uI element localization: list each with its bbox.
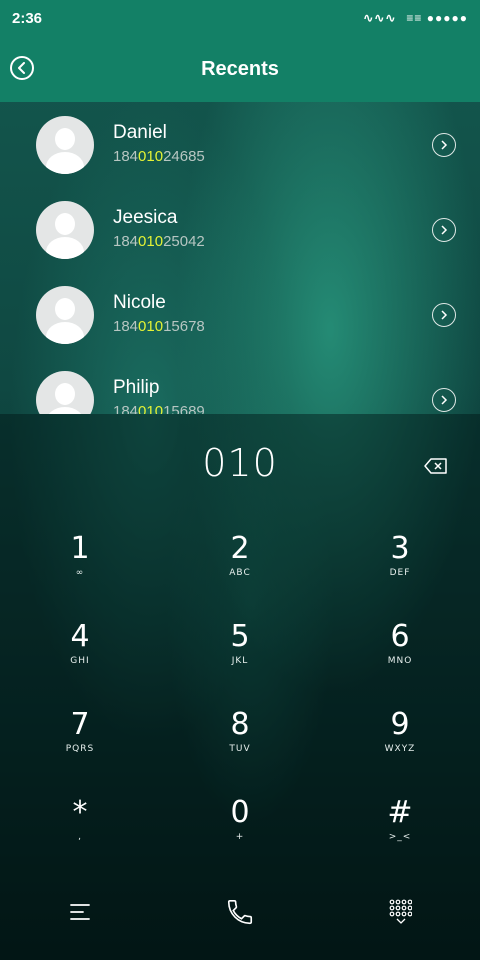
page-title: Recents [201, 57, 279, 80]
battery-icon: ≡≡ ●●●●● [406, 11, 468, 25]
contact-list[interactable]: Daniel 18401024685 Jeesica 18401025042 N… [0, 102, 480, 414]
contact-name: Nicole [113, 292, 166, 313]
key-hash[interactable]: # >_< [340, 796, 460, 866]
status-time: 2:36 [12, 9, 43, 27]
signal-icon: ∿∿∿ [363, 11, 397, 25]
menu-icon[interactable] [64, 896, 96, 928]
contact-name: Jeesica [113, 207, 178, 228]
phone-icon[interactable] [224, 896, 256, 928]
status-icons: ∿∿∿ ≡≡ ●●●●● [363, 11, 468, 25]
back-circle-icon[interactable] [10, 56, 34, 80]
list-item[interactable]: Jeesica 18401025042 [0, 187, 480, 272]
avatar [36, 115, 94, 174]
contact-number: 18401025042 [113, 233, 205, 250]
list-item[interactable]: Nicole 18401015678 [0, 272, 480, 357]
key-1[interactable]: 1 ∞ [20, 532, 140, 602]
contact-name: Philip [113, 377, 160, 398]
contact-number: 18401015689 [113, 403, 205, 414]
list-item[interactable]: Daniel 18401024685 [0, 102, 480, 187]
key-star[interactable]: *, [20, 796, 140, 866]
dial-input[interactable]: 010 [202, 441, 278, 485]
key-5[interactable]: 5 JKL [180, 620, 300, 690]
avatar [36, 200, 94, 259]
key-3[interactable]: 3 DEF [340, 532, 460, 602]
chevron-right-icon[interactable] [432, 217, 456, 242]
header-bar: Recents [0, 36, 480, 102]
status-bar: 2:36 ∿∿∿ ≡≡ ●●●●● [0, 0, 480, 36]
contact-number: 18401015678 [113, 318, 205, 335]
key-8[interactable]: 8 TUV [180, 708, 300, 778]
contact-number: 18401024685 [113, 148, 205, 165]
avatar [36, 285, 94, 344]
backspace-icon[interactable] [424, 458, 448, 474]
avatar [36, 370, 94, 414]
chevron-right-icon[interactable] [432, 132, 456, 157]
chevron-right-icon[interactable] [432, 387, 456, 412]
key-0[interactable]: 0 + [180, 796, 300, 866]
bottom-bar [0, 880, 480, 944]
key-4[interactable]: 4 GHI [20, 620, 140, 690]
voicemail-icon: ∞ [75, 568, 85, 578]
key-6[interactable]: 6 MNO [340, 620, 460, 690]
key-7[interactable]: 7 PQRS [20, 708, 140, 778]
dialpad-icon[interactable] [384, 896, 416, 928]
chevron-right-icon[interactable] [432, 302, 456, 327]
list-item[interactable]: Philip 18401015689 [0, 357, 480, 414]
key-2[interactable]: 2 ABC [180, 532, 300, 602]
key-9[interactable]: 9 WXYZ [340, 708, 460, 778]
contact-name: Daniel [113, 122, 167, 143]
dial-display: 010 [0, 414, 480, 512]
